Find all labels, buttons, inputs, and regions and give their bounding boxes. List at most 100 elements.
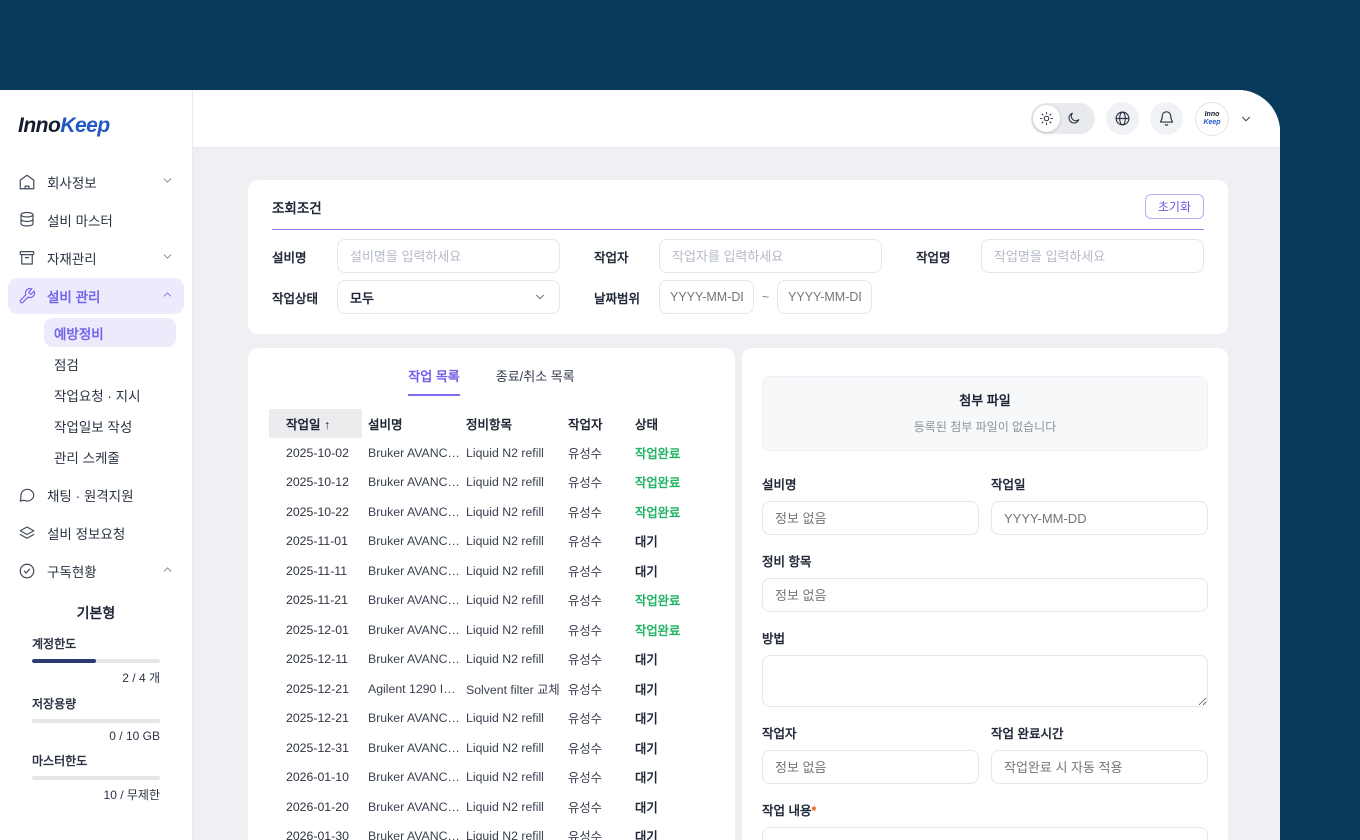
job-filter-input[interactable] xyxy=(981,239,1204,273)
status-filter-label: 작업상태 xyxy=(272,291,319,306)
table-row[interactable]: 2025-11-11 Bruker AVANCE III ... Liquid … xyxy=(269,556,714,586)
table-row[interactable]: 2025-10-22 Bruker AVANCE III ... Liquid … xyxy=(269,497,714,527)
light-mode-button[interactable] xyxy=(1033,105,1060,132)
column-header-worker[interactable]: 작업자 xyxy=(562,414,629,433)
user-avatar[interactable]: Inno Keep xyxy=(1195,101,1229,136)
column-header-work-date-sorted[interactable]: 작업일 ↑ xyxy=(269,409,362,438)
status-badge: 작업완료 xyxy=(635,623,681,638)
column-header-status[interactable]: 상태 xyxy=(629,414,714,433)
sidebar-submenu-label: 관리 스케줄 xyxy=(54,450,120,466)
sidebar-item-equipment-master[interactable]: 설비 마스터 xyxy=(8,202,184,238)
cell-equipment: Bruker AVANCE III ... xyxy=(368,652,460,667)
table-row[interactable]: 2025-11-01 Bruker AVANCE III ... Liquid … xyxy=(269,527,714,557)
cell-work-date: 2026-01-20 xyxy=(286,799,349,814)
app-logo: InnoKeep xyxy=(0,114,192,138)
detail-worker-input[interactable] xyxy=(762,750,979,784)
sidebar-submenu-label: 점검 xyxy=(54,357,79,373)
page-content: 조회조건 초기화 설비명 작업자 작업명 xyxy=(193,148,1280,840)
attachments-dropzone[interactable]: 첨부 파일 등록된 첨부 파일이 없습니다 xyxy=(762,376,1208,451)
work-table-body: 2025-10-02 Bruker AVANCE III ... Liquid … xyxy=(269,438,714,840)
sidebar-submenu-item[interactable]: 예방정비 xyxy=(44,318,176,347)
detail-complete-time-input[interactable] xyxy=(991,750,1208,784)
worker-filter-label: 작업자 xyxy=(594,250,629,265)
cell-worker: 유성수 xyxy=(568,712,602,727)
reset-button[interactable]: 초기화 xyxy=(1144,194,1204,219)
bell-icon xyxy=(1159,111,1174,126)
tab-work-list[interactable]: 작업 목록 xyxy=(408,366,460,396)
status-filter-select[interactable]: 모두 xyxy=(337,280,560,314)
sidebar-item-label: 자재관리 xyxy=(47,252,97,267)
cell-maintenance-item: Liquid N2 refill xyxy=(466,652,544,667)
sidebar-submenu-item[interactable]: 관리 스케줄 xyxy=(44,442,176,471)
cell-work-date: 2026-01-10 xyxy=(286,770,349,785)
metric-progress-fill xyxy=(32,659,96,663)
dark-mode-button[interactable] xyxy=(1060,105,1087,132)
sidebar-item-chat-remote[interactable]: 채팅 · 원격지원 xyxy=(8,477,184,513)
cell-worker: 유성수 xyxy=(568,505,602,520)
sidebar-item-equipment-mgmt[interactable]: 설비 관리 xyxy=(8,278,184,314)
sidebar-item-material-mgmt[interactable]: 자재관리 xyxy=(8,240,184,276)
table-row[interactable]: 2025-10-12 Bruker AVANCE III ... Liquid … xyxy=(269,468,714,498)
column-header-maintenance-item[interactable]: 정비항목 xyxy=(460,414,562,433)
sidebar-submenu-item[interactable]: 작업일보 작성 xyxy=(44,411,176,440)
table-row[interactable]: 2026-01-10 Bruker AVANCE III ... Liquid … xyxy=(269,763,714,793)
required-asterisk: * xyxy=(811,804,817,818)
tab-closed-cancelled-list[interactable]: 종료/취소 목록 xyxy=(496,366,575,396)
metric-value: 0 / 10 GB xyxy=(109,729,160,743)
status-badge: 대기 xyxy=(635,653,658,668)
table-row[interactable]: 2025-12-21 Bruker AVANCE III ... Liquid … xyxy=(269,704,714,734)
table-row[interactable]: 2025-12-01 Bruker AVANCE III ... Liquid … xyxy=(269,615,714,645)
attachments-title: 첨부 파일 xyxy=(959,393,1011,408)
cell-work-date: 2025-12-21 xyxy=(286,711,349,726)
cell-equipment: Bruker AVANCE III ... xyxy=(368,475,460,490)
cell-worker: 유성수 xyxy=(568,682,602,697)
sidebar-submenu-item[interactable]: 작업요청 · 지시 xyxy=(44,380,176,409)
sidebar-item-equipment-info-request[interactable]: 설비 정보요청 xyxy=(8,515,184,551)
chevron-down-icon xyxy=(535,294,545,300)
sidebar-item-subscription[interactable]: 구독현황 xyxy=(8,553,184,589)
cell-worker: 유성수 xyxy=(568,830,602,840)
avatar-text-line1: Inno xyxy=(1204,111,1220,118)
table-row[interactable]: 2025-12-31 Bruker AVANCE III ... Liquid … xyxy=(269,733,714,763)
date-from-input[interactable] xyxy=(659,280,754,314)
globe-icon xyxy=(1115,111,1130,126)
layers-icon xyxy=(19,526,35,539)
status-badge: 대기 xyxy=(635,830,658,840)
cell-equipment: Bruker AVANCE III ... xyxy=(368,770,460,785)
detail-maintenance-item-input[interactable] xyxy=(762,578,1208,612)
sidebar-item-company-info[interactable]: 회사정보 xyxy=(8,164,184,200)
cell-work-date: 2025-12-01 xyxy=(286,622,349,637)
cell-equipment: Bruker AVANCE III ... xyxy=(368,534,460,549)
cell-worker: 유성수 xyxy=(568,564,602,579)
status-filter-value: 모두 xyxy=(350,290,374,306)
cell-worker: 유성수 xyxy=(568,476,602,491)
cell-work-date: 2025-11-11 xyxy=(286,563,348,578)
detail-method-textarea[interactable] xyxy=(762,655,1208,707)
detail-equipment-input[interactable] xyxy=(762,501,979,535)
cell-equipment: Bruker AVANCE III ... xyxy=(368,504,460,519)
cell-equipment: Bruker AVANCE III ... xyxy=(368,829,460,840)
table-row[interactable]: 2025-11-21 Bruker AVANCE III ... Liquid … xyxy=(269,586,714,616)
table-row[interactable]: 2025-12-11 Bruker AVANCE III ... Liquid … xyxy=(269,645,714,675)
subscription-plan-name: 기본형 xyxy=(76,605,116,621)
cell-maintenance-item: Liquid N2 refill xyxy=(466,799,544,814)
equipment-filter-input[interactable] xyxy=(337,239,560,273)
detail-work-content-textarea[interactable] xyxy=(762,827,1208,840)
theme-toggle[interactable] xyxy=(1031,103,1095,134)
table-row[interactable]: 2026-01-30 Bruker AVANCE III ... Liquid … xyxy=(269,822,714,840)
column-header-equipment[interactable]: 설비명 xyxy=(362,414,460,433)
language-button[interactable] xyxy=(1106,102,1139,135)
chat-icon xyxy=(19,488,35,502)
subscription-metric: 마스터한도 10 / 무제한 xyxy=(32,752,160,803)
table-row[interactable]: 2025-12-21 Agilent 1290 Infinity... Solv… xyxy=(269,674,714,704)
notifications-button[interactable] xyxy=(1150,102,1183,135)
date-to-input[interactable] xyxy=(777,280,873,314)
table-row[interactable]: 2025-10-02 Bruker AVANCE III ... Liquid … xyxy=(269,438,714,468)
detail-work-date-input[interactable] xyxy=(991,501,1208,535)
table-row[interactable]: 2026-01-20 Bruker AVANCE III ... Liquid … xyxy=(269,792,714,822)
chevron-down-icon xyxy=(161,174,174,190)
sidebar-item-label: 채팅 · 원격지원 xyxy=(47,489,134,504)
sidebar-submenu-item[interactable]: 점검 xyxy=(44,349,176,378)
worker-filter-input[interactable] xyxy=(659,239,882,273)
user-menu-button[interactable] xyxy=(1239,112,1253,126)
